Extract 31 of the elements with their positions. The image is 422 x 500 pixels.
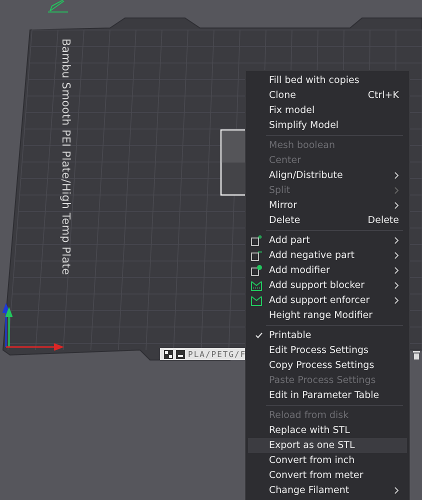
support-enforcer-icon [251,295,262,306]
menu-item[interactable]: Copy Process Settings [248,358,407,373]
menu-item[interactable]: Printable [248,328,407,343]
menu-item[interactable]: Delete Delete [248,213,407,228]
support-blocker-icon [251,280,262,291]
add-part-icon [251,235,262,246]
menu-item[interactable]: Replace with STL [248,423,407,438]
menu-item[interactable]: Add support enforcer [248,293,407,308]
menu-item[interactable]: Convert from meter [248,468,407,483]
menu-item[interactable]: Mirror [248,198,407,213]
menu-item[interactable]: Add support blocker [248,278,407,293]
axes-icon [2,302,64,351]
menu-item[interactable]: Add part [248,233,407,248]
menu-item[interactable]: Align/Distribute [248,168,407,183]
menu-item[interactable]: Simplify Model [248,118,407,133]
menu-item[interactable]: Edit in Parameter Table [248,388,407,403]
menu-item[interactable]: Fix model [248,103,407,118]
edit-icon[interactable] [48,0,68,12]
menu-item[interactable]: Clone Ctrl+K [248,88,407,103]
plate-type-label: Bambu Smooth PEI Plate/High Temp Plate [60,38,72,278]
menu-item[interactable]: Change Filament [248,483,407,498]
menu-item[interactable]: Height range Modifier [248,308,407,323]
negative-part-icon [251,250,262,261]
menu-item[interactable]: Edit Process Settings [248,343,407,358]
menu-item[interactable]: Convert from inch [248,453,407,468]
menu-item[interactable]: Add negative part [248,248,407,263]
menu-item[interactable]: Add modifier [248,263,407,278]
trash-icon[interactable] [413,351,420,360]
menu-item[interactable]: Export as one STL [248,438,407,453]
modifier-icon [251,265,262,276]
menu-item[interactable]: Fill bed with copies [248,73,407,88]
